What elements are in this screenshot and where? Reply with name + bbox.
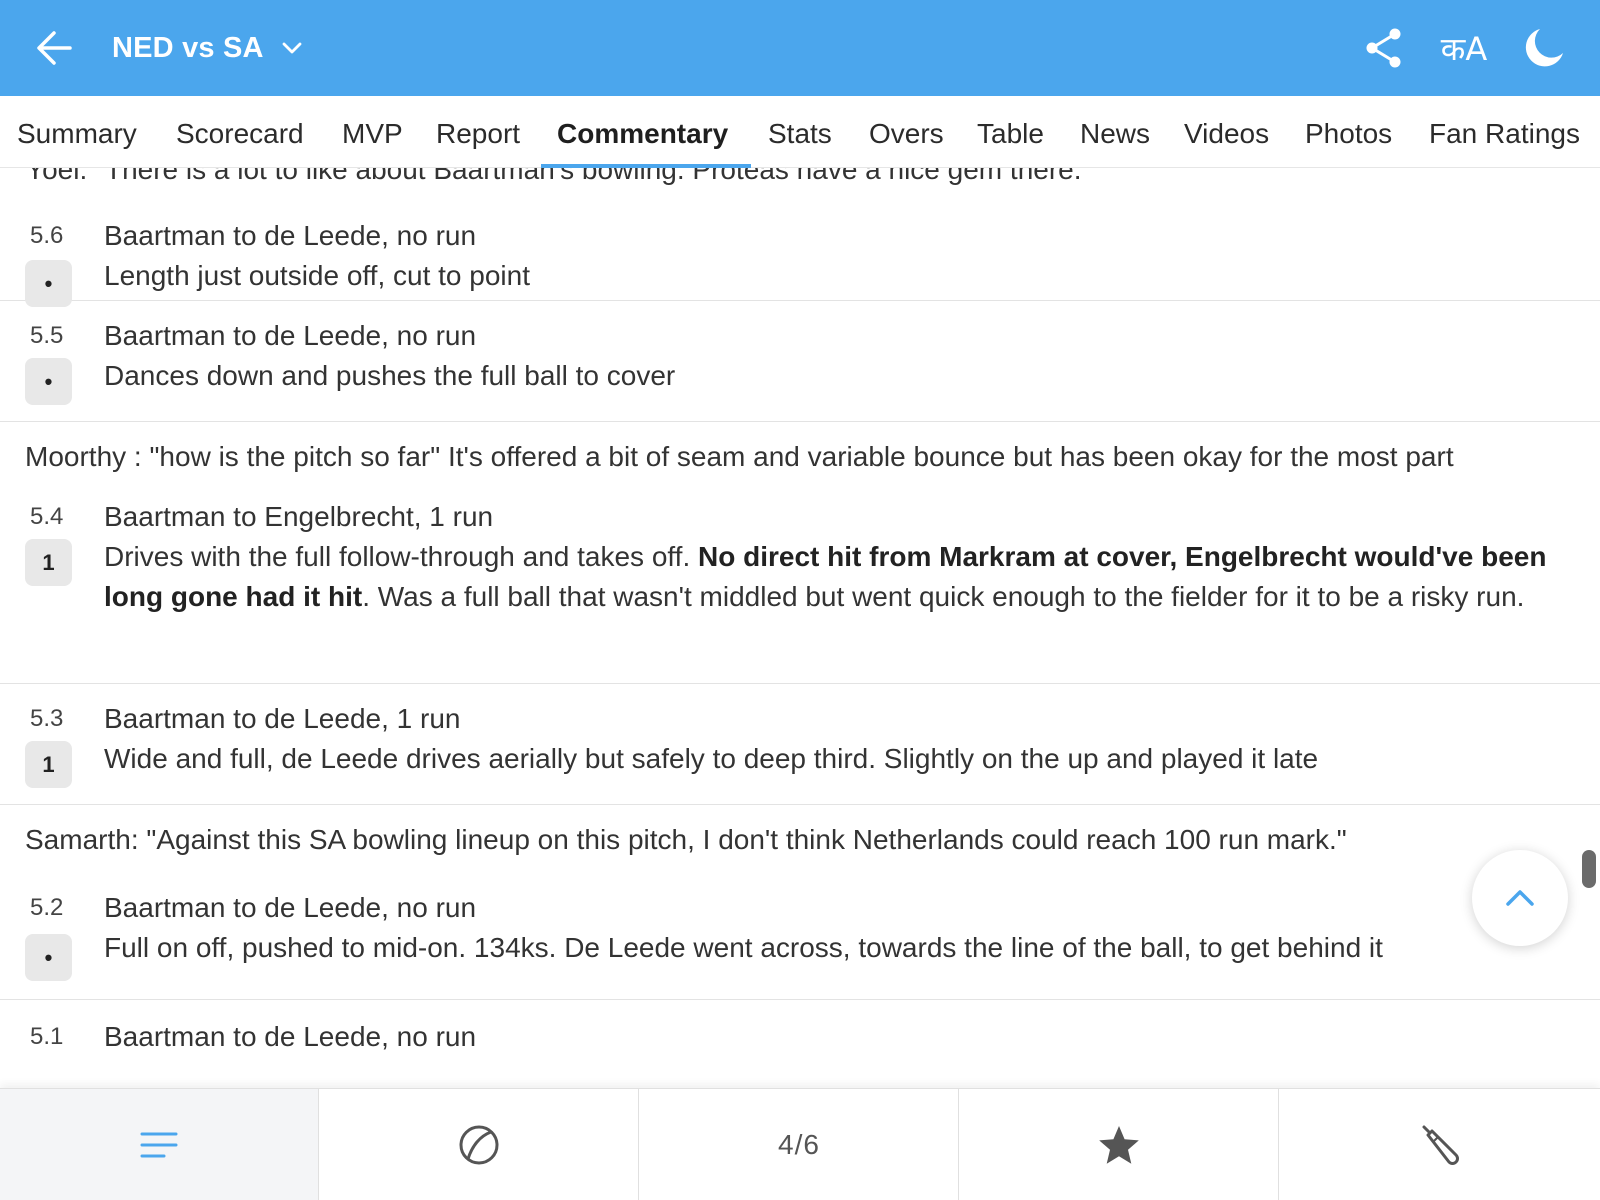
ball-filter-button[interactable] (320, 1089, 639, 1200)
over-number: 5.1 (30, 1023, 64, 1050)
page-indicator-label: 4/6 (778, 1129, 820, 1160)
ball-headline: Baartman to de Leede, no run (104, 220, 477, 251)
ball-description: Full on off, pushed to mid-on. 134ks. De… (104, 932, 1383, 963)
ball-headline: Baartman to de Leede, no run (104, 892, 477, 923)
over-number: 5.3 (30, 705, 64, 732)
ball-row: 5.6 • Baartman to de Leede, no run Lengt… (0, 202, 1600, 307)
commentary-menu-button[interactable] (0, 1089, 319, 1200)
batting-filter-button[interactable] (1280, 1089, 1599, 1200)
ball-commentary: Baartman to de Leede, no run (104, 1017, 1564, 1057)
ball-description: Drives with the full follow-through and … (104, 541, 1547, 612)
moon-icon (1525, 29, 1563, 67)
tab-news[interactable]: News (1080, 96, 1150, 167)
share-button[interactable] (1360, 22, 1408, 74)
over-number: 5.4 (30, 503, 64, 530)
commentary-note: Yoel: "There is a lot to like about Baar… (26, 168, 1092, 185)
ball-description: Length just outside off, cut to point (104, 260, 531, 291)
ball-row: 5.1 Baartman to de Leede, no run (0, 1001, 1600, 1088)
ball-headline: Baartman to de Leede, 1 run (104, 703, 461, 734)
ball-commentary: Baartman to de Leede, 1 run Wide and ful… (104, 699, 1564, 779)
tab-overs[interactable]: Overs (869, 96, 944, 167)
ball-headline: Baartman to de Leede, no run (104, 1021, 477, 1052)
star-icon (1099, 1126, 1139, 1164)
innings-page-indicator[interactable]: 4/6 (640, 1089, 959, 1200)
ball-commentary: Baartman to Engelbrecht, 1 run Drives wi… (104, 497, 1564, 617)
ball-result-badge: 1 (25, 539, 72, 586)
tab-report[interactable]: Report (436, 96, 520, 167)
cricket-bat-icon (1422, 1125, 1459, 1165)
ball-result-badge: • (25, 260, 72, 307)
scrollbar-thumb[interactable] (1582, 850, 1596, 888)
ball-result-badge: • (25, 358, 72, 405)
back-button[interactable] (30, 24, 82, 72)
over-number: 5.6 (30, 222, 64, 249)
ball-row: 5.3 1 Baartman to de Leede, 1 run Wide a… (0, 685, 1600, 805)
tab-summary[interactable]: Summary (17, 96, 137, 167)
ball-row: Moorthy : "how is the pitch so far" It's… (0, 423, 1600, 684)
language-button[interactable]: कA (1434, 22, 1494, 74)
chevron-down-icon (282, 42, 302, 54)
chevron-up-icon (1506, 890, 1534, 906)
tab-commentary[interactable]: Commentary (557, 96, 728, 167)
match-title: NED vs SA (112, 31, 264, 64)
ball-headline: Baartman to Engelbrecht, 1 run (104, 501, 494, 532)
tab-stats[interactable]: Stats (768, 96, 832, 167)
over-number: 5.2 (30, 894, 64, 921)
tab-scorecard[interactable]: Scorecard (176, 96, 304, 167)
share-icon (1366, 28, 1401, 68)
tab-fan-ratings[interactable]: Fan Ratings (1429, 96, 1580, 167)
cricket-ball-icon (459, 1125, 499, 1165)
language-icon: कA (1440, 29, 1488, 68)
tab-photos[interactable]: Photos (1305, 96, 1392, 167)
reader-comment: Moorthy : "how is the pitch so far" It's… (25, 441, 1454, 472)
ball-description: Dances down and pushes the full ball to … (104, 360, 676, 391)
match-tabs: Summary Scorecard MVP Report Commentary … (0, 96, 1600, 168)
reader-comment: Samarth: "Against this SA bowling lineup… (25, 824, 1347, 855)
scroll-to-top-button[interactable] (1472, 850, 1568, 946)
highlights-button[interactable] (960, 1089, 1279, 1200)
ball-result-badge: • (25, 934, 72, 981)
ball-row: 5.5 • Baartman to de Leede, no run Dance… (0, 302, 1600, 422)
commentary-feed[interactable]: Yoel: "There is a lot to like about Baar… (0, 168, 1600, 1088)
ball-commentary: Baartman to de Leede, no run Length just… (104, 216, 1564, 296)
ball-commentary: Baartman to de Leede, no run Dances down… (104, 316, 1564, 396)
ball-commentary: Baartman to de Leede, no run Full on off… (104, 888, 1564, 968)
dark-mode-toggle[interactable] (1518, 22, 1570, 74)
ball-result-badge: 1 (25, 741, 72, 788)
menu-lines-icon (140, 1132, 178, 1158)
back-arrow-icon (37, 31, 72, 65)
ball-headline: Baartman to de Leede, no run (104, 320, 477, 351)
ball-description: Wide and full, de Leede drives aerially … (104, 743, 1319, 774)
bottom-nav-bar: 4/6 (0, 1088, 1600, 1200)
tab-videos[interactable]: Videos (1184, 96, 1269, 167)
over-number: 5.5 (30, 322, 64, 349)
app-header: NED vs SA कA (0, 0, 1600, 96)
tab-mvp[interactable]: MVP (342, 96, 403, 167)
ball-row: Samarth: "Against this SA bowling lineup… (0, 806, 1600, 1000)
match-selector[interactable]: NED vs SA (112, 26, 304, 70)
tab-table[interactable]: Table (977, 96, 1044, 167)
